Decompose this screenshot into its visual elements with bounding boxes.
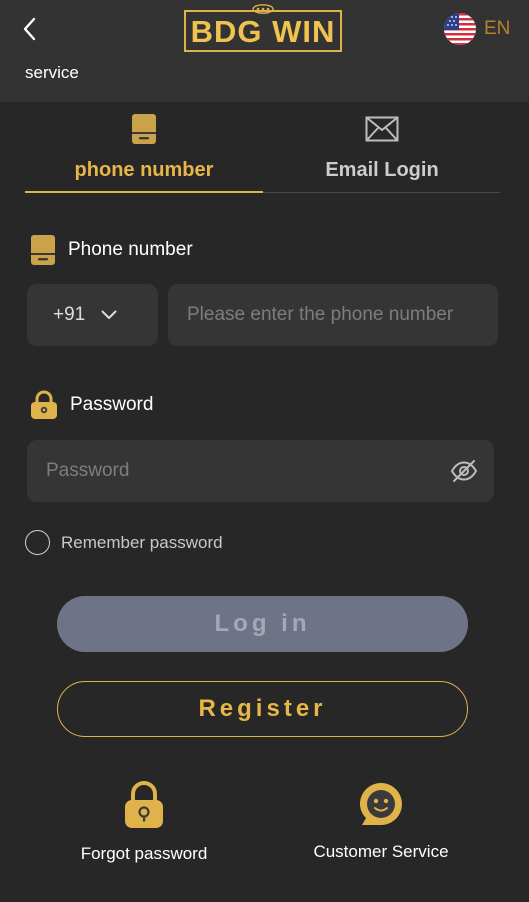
password-field-label: Password <box>30 390 153 420</box>
toggle-visibility-button[interactable] <box>450 459 478 489</box>
phone-number-input[interactable]: Please enter the phone number <box>168 284 498 346</box>
phone-field-label: Phone number <box>30 234 193 266</box>
lock-icon <box>125 781 163 828</box>
forgot-password-link[interactable]: Forgot password <box>44 780 244 864</box>
customer-service-label: Customer Service <box>313 842 449 861</box>
phone-icon <box>31 235 55 265</box>
phone-placeholder: Please enter the phone number <box>187 304 454 325</box>
tab-phone-number[interactable]: phone number <box>25 108 263 193</box>
mail-icon <box>365 116 399 142</box>
chat-bubble-icon <box>360 783 402 825</box>
tab-label: phone number <box>74 159 214 181</box>
logo-frame: BDG WIN <box>184 10 342 52</box>
password-label-text: Password <box>70 394 154 415</box>
language-selector[interactable]: EN <box>444 12 510 46</box>
lock-icon <box>31 390 57 419</box>
language-label: EN <box>484 18 511 39</box>
brand-logo: BDG WIN <box>184 4 342 52</box>
back-button[interactable] <box>14 14 44 44</box>
logo-text: BDG WIN <box>190 13 336 49</box>
top-bar: BDG WIN EN service <box>0 0 529 102</box>
tab-email-login[interactable]: Email Login <box>263 108 501 193</box>
phone-icon <box>132 114 156 144</box>
us-flag-icon <box>444 13 476 45</box>
chevron-down-icon <box>101 310 117 319</box>
register-button[interactable]: Register <box>57 681 468 737</box>
remember-radio[interactable] <box>25 530 50 555</box>
chevron-left-icon <box>23 17 36 41</box>
login-button[interactable]: Log in <box>57 596 468 652</box>
country-code-select[interactable]: +91 <box>27 284 158 346</box>
password-input[interactable]: Password <box>27 440 494 502</box>
customer-service-link[interactable]: Customer Service <box>281 780 481 862</box>
forgot-password-label: Forgot password <box>80 844 208 863</box>
phone-label-text: Phone number <box>68 239 193 260</box>
country-code-value: +91 <box>53 304 86 325</box>
password-placeholder: Password <box>46 460 130 481</box>
eye-off-icon <box>450 460 478 482</box>
remember-label: Remember password <box>61 532 223 552</box>
remember-password-checkbox[interactable]: Remember password <box>25 530 223 555</box>
tab-label: Email Login <box>325 159 439 181</box>
service-label[interactable]: service <box>25 63 79 83</box>
login-method-tabs: phone number Email Login <box>25 108 500 193</box>
